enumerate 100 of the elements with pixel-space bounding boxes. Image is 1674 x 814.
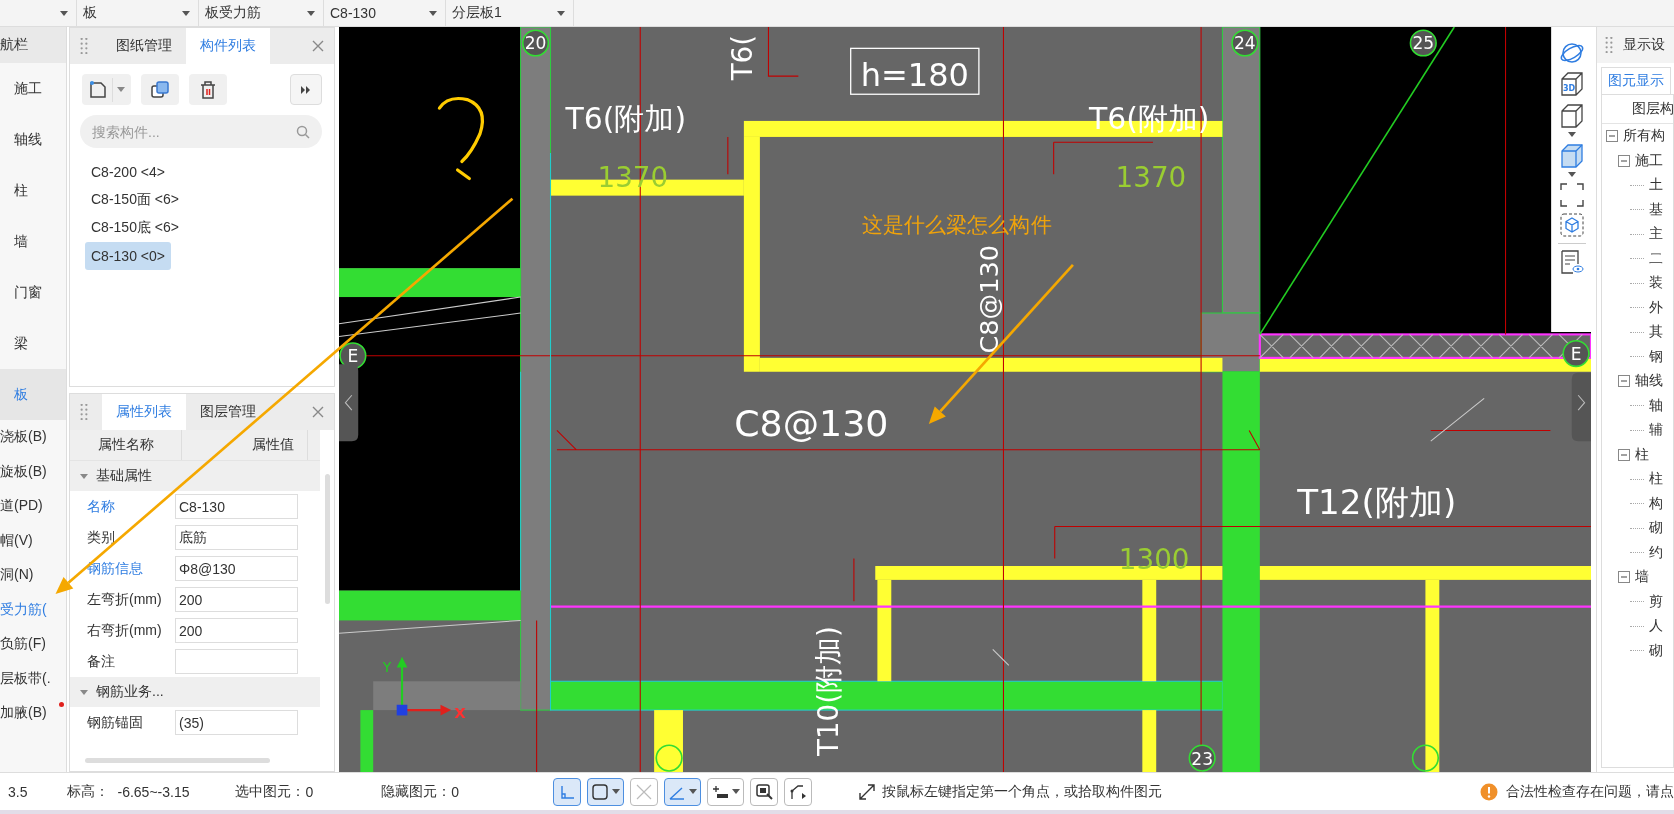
collapse-icon[interactable]	[1618, 154, 1630, 167]
nav-item[interactable]: 负筋(F)	[0, 627, 66, 662]
value-field[interactable]: 底筋	[175, 525, 298, 550]
orbit-icon[interactable]	[1558, 41, 1585, 65]
drag-handle-icon[interactable]	[1605, 37, 1613, 53]
collapse-handle[interactable]	[339, 364, 359, 442]
caret-icon	[429, 10, 437, 16]
tree-item[interactable]: 人	[1649, 617, 1663, 636]
dashed-cube-icon[interactable]	[1559, 213, 1584, 237]
axis-indicator-drawing	[396, 656, 452, 716]
nav-item[interactable]: 洞(N)	[0, 558, 66, 593]
caret-icon	[689, 789, 698, 794]
drag-handle-icon[interactable]	[80, 38, 88, 54]
nav-item[interactable]: 层板带(.	[0, 661, 66, 696]
tree-item[interactable]: 基	[1649, 200, 1663, 219]
value-field[interactable]: Φ8@130	[175, 556, 298, 581]
polyline-icon	[789, 782, 808, 801]
list-item[interactable]: C8-150底 <6>	[85, 214, 185, 242]
tree-item[interactable]: 所有构	[1623, 127, 1665, 146]
nav-item[interactable]: 加腋(B)	[0, 696, 66, 731]
cube-icon[interactable]	[1559, 143, 1584, 169]
warning-message[interactable]: 合法性检查存在问题，请点	[1506, 782, 1674, 801]
expand-button[interactable]	[290, 74, 322, 105]
tree-item[interactable]: 墙	[1635, 568, 1649, 587]
nav-item[interactable]: 施工	[0, 63, 66, 114]
dropdown[interactable]: 板受力筋	[199, 0, 324, 26]
tree-item[interactable]: 柱	[1649, 470, 1663, 489]
nav-item[interactable]: 门窗	[0, 267, 66, 318]
collapse-icon[interactable]	[1606, 130, 1618, 143]
tree-item[interactable]: 钢	[1649, 347, 1663, 366]
tree-item[interactable]: 装	[1649, 274, 1663, 293]
panel-tab[interactable]: 图元显示	[1601, 67, 1671, 94]
list-item[interactable]: C8-150面 <6>	[85, 186, 185, 214]
dropdown[interactable]: 分层板1	[446, 0, 574, 26]
column-header: 图层构	[1602, 95, 1673, 124]
nav-item[interactable]: 梁	[0, 318, 66, 369]
nav-item[interactable]: 旋板(B)	[0, 454, 66, 489]
panel-tab[interactable]: 属性列表	[102, 394, 186, 430]
collapse-icon[interactable]	[1618, 375, 1630, 388]
drawing-label: C8@130	[974, 245, 1005, 354]
tree-item[interactable]: 约	[1649, 543, 1663, 562]
tree-item[interactable]: 剪	[1649, 592, 1663, 611]
dashed-frame-icon[interactable]	[1559, 183, 1584, 207]
caret-icon[interactable]	[80, 472, 88, 480]
nav-item[interactable]: 道(PD)	[0, 489, 66, 524]
cube-icon[interactable]	[1559, 103, 1584, 129]
tree-item[interactable]: 其	[1649, 323, 1663, 342]
tree-item[interactable]: 构	[1649, 494, 1663, 513]
tool-button[interactable]	[784, 777, 813, 806]
close-icon[interactable]	[312, 40, 324, 52]
collapse-icon[interactable]	[1618, 448, 1630, 461]
value-field[interactable]: 200	[175, 618, 298, 643]
collapse-icon[interactable]	[1618, 571, 1630, 584]
dropdown[interactable]: 板	[77, 0, 199, 26]
scrollbar[interactable]	[85, 758, 270, 763]
tree-item[interactable]: 砌	[1649, 641, 1663, 660]
tree-item[interactable]: 轴	[1649, 396, 1663, 415]
scrollbar[interactable]	[325, 474, 330, 604]
tree-item[interactable]: 柱	[1635, 445, 1649, 464]
nav-item[interactable]: 受力筋(	[0, 592, 66, 627]
status-value: -6.65~-3.15	[117, 783, 190, 800]
tree-item[interactable]: 土	[1649, 176, 1663, 195]
warning-icon	[1480, 782, 1498, 801]
nav-item[interactable]: 轴线	[0, 114, 66, 165]
panel-tab[interactable]: 图纸管理	[102, 28, 186, 64]
search-field[interactable]: 搜索构件...	[80, 115, 322, 148]
tree-item[interactable]: 辅	[1649, 421, 1663, 440]
tool-button[interactable]	[707, 777, 745, 806]
nav-item[interactable]: 墙	[0, 216, 66, 267]
value-field[interactable]: 200	[175, 587, 298, 612]
tree-item[interactable]: 施工	[1635, 151, 1663, 170]
tool-button[interactable]	[750, 777, 779, 806]
value-field[interactable]	[175, 649, 298, 674]
value-field[interactable]: C8-130	[175, 494, 298, 519]
tree-item[interactable]: 外	[1649, 298, 1663, 317]
caret-icon[interactable]	[80, 688, 88, 696]
tool-button[interactable]	[587, 777, 625, 806]
nav-item[interactable]: 浇板(B)	[0, 420, 66, 455]
tree-item[interactable]: 二	[1649, 249, 1663, 268]
nav-item[interactable]: 帽(V)	[0, 523, 66, 558]
caret-icon	[307, 10, 315, 16]
property-name: 名称	[86, 497, 116, 516]
delete-button[interactable]	[189, 74, 227, 105]
list-item[interactable]: C8-130 <0>	[85, 242, 171, 270]
caret-icon	[1567, 132, 1576, 137]
list-eye-icon[interactable]	[1559, 250, 1584, 274]
list-item[interactable]: C8-200 <4>	[85, 158, 171, 186]
nav-item[interactable]: 柱	[0, 165, 66, 216]
value-field[interactable]: (35)	[175, 710, 298, 735]
tree-item[interactable]: 砌	[1649, 519, 1663, 538]
panel-tab[interactable]: 构件列表	[186, 28, 270, 64]
panel-tab[interactable]: 图层管理	[186, 394, 270, 430]
new-button[interactable]	[82, 74, 131, 105]
tree-item[interactable]: 轴线	[1635, 372, 1663, 391]
drag-handle-icon[interactable]	[80, 404, 88, 420]
caret-icon	[732, 789, 741, 794]
tree-item[interactable]: 主	[1649, 225, 1663, 244]
copy-button[interactable]	[141, 74, 179, 105]
dropdown[interactable]: C8-130	[324, 0, 446, 26]
close-icon[interactable]	[312, 406, 324, 418]
